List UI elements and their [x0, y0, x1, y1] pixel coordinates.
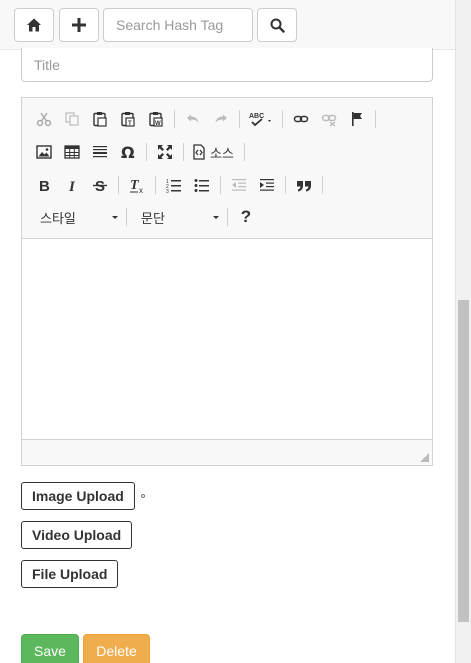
- svg-text:B: B: [39, 178, 50, 193]
- top-navbar: [0, 0, 455, 50]
- plus-icon: [72, 18, 86, 32]
- resize-handle-icon[interactable]: [420, 453, 429, 462]
- svg-text:W: W: [155, 121, 161, 127]
- toolbar-separator: [155, 176, 156, 194]
- caret-down-icon: [213, 215, 219, 219]
- link-icon[interactable]: [287, 106, 315, 132]
- cut-icon[interactable]: [30, 106, 58, 132]
- source-button[interactable]: 소스: [188, 139, 240, 165]
- source-icon: [192, 144, 206, 160]
- toolbar-separator: [118, 176, 119, 194]
- horizontal-line-icon[interactable]: [86, 139, 114, 165]
- toolbar-separator: [227, 208, 228, 226]
- search-input[interactable]: [103, 8, 253, 42]
- toolbar-row-4: 스타일 문단 ?: [30, 203, 260, 231]
- svg-text:3: 3: [166, 189, 169, 193]
- unlink-icon[interactable]: [315, 106, 343, 132]
- editor-status-bar: [22, 439, 432, 465]
- search-icon: [270, 18, 285, 33]
- title-input[interactable]: [21, 48, 433, 82]
- video-upload-button[interactable]: Video Upload: [21, 521, 133, 549]
- small-circle-icon: [141, 494, 145, 498]
- toolbar-separator: [126, 208, 127, 226]
- help-button[interactable]: ?: [232, 204, 260, 230]
- toolbar-separator: [220, 176, 221, 194]
- svg-text:x: x: [139, 186, 143, 193]
- special-char-icon[interactable]: Ω: [114, 139, 142, 165]
- toolbar-separator: [239, 110, 240, 128]
- toolbar-separator: [282, 110, 283, 128]
- format-dropdown-label: 문단: [141, 210, 165, 226]
- svg-text:Ω: Ω: [121, 144, 135, 160]
- toolbar-separator: [183, 143, 184, 161]
- editor-content-area[interactable]: [22, 239, 432, 439]
- svg-text:I: I: [68, 179, 76, 193]
- paste-text-icon[interactable]: T: [114, 106, 142, 132]
- help-icon: ?: [240, 207, 252, 226]
- undo-icon[interactable]: [179, 106, 207, 132]
- paste-word-icon[interactable]: W: [142, 106, 170, 132]
- format-dropdown[interactable]: 문단: [131, 204, 223, 230]
- paste-icon[interactable]: [86, 106, 114, 132]
- search-button[interactable]: [257, 8, 297, 42]
- table-icon[interactable]: [58, 139, 86, 165]
- file-upload-button[interactable]: File Upload: [21, 560, 119, 588]
- toolbar-separator: [146, 143, 147, 161]
- blockquote-icon[interactable]: [290, 172, 318, 198]
- delete-button[interactable]: Delete: [83, 634, 150, 663]
- scrollbar-thumb[interactable]: [458, 300, 469, 622]
- style-dropdown[interactable]: 스타일: [30, 204, 122, 230]
- add-button[interactable]: [59, 8, 99, 42]
- bulleted-list-icon[interactable]: [188, 172, 216, 198]
- spellcheck-icon[interactable]: ABC: [244, 106, 278, 132]
- rich-text-editor: T W ABC Ω 소스 B I S T x 1 2 3 스타일 문단 ?: [21, 97, 433, 466]
- caret-down-icon: [112, 215, 118, 219]
- home-button[interactable]: [14, 8, 54, 42]
- toolbar-separator: [244, 143, 245, 161]
- page-scrollbar[interactable]: [455, 0, 471, 663]
- toolbar-separator: [375, 110, 376, 128]
- numbered-list-icon[interactable]: 123: [160, 172, 188, 198]
- toolbar-separator: [285, 176, 286, 194]
- toolbar-row-3: B I S Tx 123: [30, 171, 327, 199]
- remove-format-icon[interactable]: Tx: [123, 172, 151, 198]
- source-label: 소스: [210, 145, 234, 161]
- home-icon: [26, 17, 42, 33]
- toolbar-row-1: T W ABC: [30, 105, 380, 133]
- image-icon[interactable]: [30, 139, 58, 165]
- anchor-flag-icon[interactable]: [343, 106, 371, 132]
- strike-icon[interactable]: S: [86, 172, 114, 198]
- svg-text:T: T: [128, 121, 132, 127]
- toolbar-row-2: Ω 소스: [30, 138, 249, 166]
- editor-toolbar: T W ABC Ω 소스 B I S T x 1 2 3 스타일 문단 ?: [22, 98, 432, 239]
- image-upload-button[interactable]: Image Upload: [21, 482, 135, 510]
- redo-icon[interactable]: [207, 106, 235, 132]
- copy-icon[interactable]: [58, 106, 86, 132]
- maximize-icon[interactable]: [151, 139, 179, 165]
- italic-icon[interactable]: I: [58, 172, 86, 198]
- style-dropdown-label: 스타일: [40, 210, 76, 226]
- toolbar-separator: [322, 176, 323, 194]
- indent-icon[interactable]: [253, 172, 281, 198]
- save-button[interactable]: Save: [21, 634, 79, 663]
- outdent-icon[interactable]: [225, 172, 253, 198]
- toolbar-separator: [174, 110, 175, 128]
- bold-icon[interactable]: B: [30, 172, 58, 198]
